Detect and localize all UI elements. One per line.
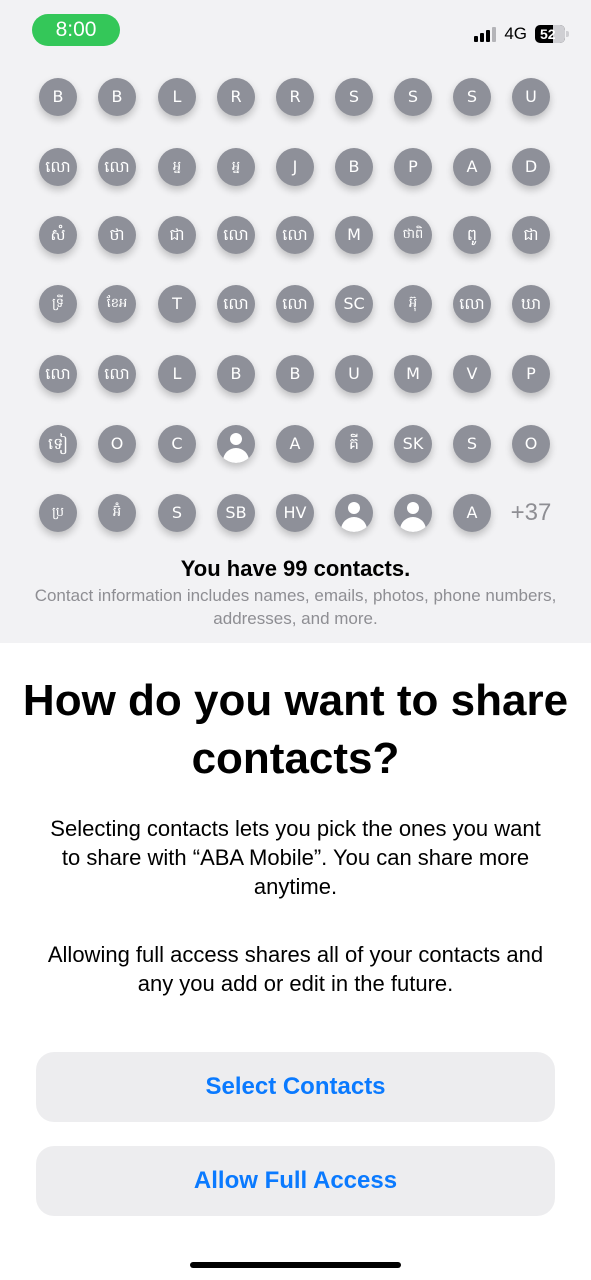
- more-contacts-count: +37: [510, 499, 552, 526]
- contact-avatar: T: [158, 285, 196, 323]
- contact-avatar: U: [335, 355, 373, 393]
- contact-avatar: C: [158, 425, 196, 463]
- person-icon: [394, 494, 432, 532]
- contact-avatar: លោ: [39, 148, 77, 186]
- contact-avatar: B: [39, 78, 77, 116]
- contact-avatar: P: [394, 148, 432, 186]
- battery-level: 52: [540, 26, 556, 42]
- contacts-count-title: You have 99 contacts.: [180, 556, 411, 581]
- contact-avatar: ខែអ: [98, 285, 136, 323]
- contact-avatar: ទ្រី: [39, 285, 77, 323]
- contact-avatar: ប្រ: [39, 494, 77, 532]
- contact-avatar: អ្ន: [158, 148, 196, 186]
- contact-avatar: ថាពិ: [394, 216, 432, 254]
- contact-avatar: L: [158, 355, 196, 393]
- contact-avatar: ជា: [512, 216, 550, 254]
- home-indicator[interactable]: [190, 1262, 401, 1268]
- select-contacts-button[interactable]: Select Contacts: [36, 1052, 555, 1122]
- contact-avatar: B: [98, 78, 136, 116]
- contact-avatar: A: [453, 148, 491, 186]
- contact-avatar: R: [217, 78, 255, 116]
- contacts-info-subtitle: Contact information includes names, emai…: [34, 586, 557, 628]
- contact-avatar: M: [394, 355, 432, 393]
- contact-avatar: J: [276, 148, 314, 186]
- contact-avatar: អ៊ុ: [394, 285, 432, 323]
- contact-avatar: HV: [276, 494, 314, 532]
- contact-avatar: SB: [217, 494, 255, 532]
- contact-avatar: B: [276, 355, 314, 393]
- contact-avatar: V: [453, 355, 491, 393]
- contact-avatar: ថា: [98, 216, 136, 254]
- contact-avatar: P: [512, 355, 550, 393]
- contact-avatar: លោ: [217, 216, 255, 254]
- contact-avatar: S: [453, 78, 491, 116]
- contact-avatar: លោ: [98, 148, 136, 186]
- contact-avatar: B: [217, 355, 255, 393]
- contact-avatar: លោ: [453, 285, 491, 323]
- contact-avatar: L: [158, 78, 196, 116]
- contact-avatar: S: [158, 494, 196, 532]
- contact-avatar: S: [335, 78, 373, 116]
- status-time: 8:00: [32, 14, 120, 46]
- contacts-preview-panel: 8:00 4G 52 B B L R R S S S U លោ លោ អ្ន អ្ន J B P A D សំ ថាជ…: [0, 0, 591, 643]
- battery-icon: 52: [535, 25, 569, 43]
- contact-avatar: ពូ: [453, 216, 491, 254]
- contact-avatar: S: [394, 78, 432, 116]
- network-type: 4G: [504, 24, 527, 43]
- contact-avatar: សំ: [39, 216, 77, 254]
- allow-full-access-button[interactable]: Allow Full Access: [36, 1146, 555, 1216]
- contact-avatar: D: [512, 148, 550, 186]
- contact-avatar: M: [335, 216, 373, 254]
- contact-avatar: ទៀ: [39, 425, 77, 463]
- contact-avatar: O: [512, 425, 550, 463]
- contact-avatar: R: [276, 78, 314, 116]
- full-access-description: Allowing full access shares all of your …: [47, 942, 544, 996]
- contact-avatar: ឃា: [512, 285, 550, 323]
- contact-avatar: A: [276, 425, 314, 463]
- contact-avatar: លោ: [39, 355, 77, 393]
- contact-avatar: លោ: [98, 355, 136, 393]
- contact-avatar: គី: [335, 425, 373, 463]
- contact-avatar: SK: [394, 425, 432, 463]
- contact-avatar: អ្ន: [217, 148, 255, 186]
- person-icon: [217, 425, 255, 463]
- contact-avatar: លោ: [217, 285, 255, 323]
- status-indicators: 4G 52: [474, 22, 569, 46]
- select-contacts-description: Selecting contacts lets you pick the one…: [50, 816, 541, 899]
- contact-avatar: លោ: [276, 285, 314, 323]
- contact-avatar: O: [98, 425, 136, 463]
- contact-avatar: អ៊ំ: [98, 494, 136, 532]
- cellular-signal-icon: [474, 26, 497, 42]
- contact-avatar: A: [453, 494, 491, 532]
- person-icon: [335, 494, 373, 532]
- contact-avatar: S: [453, 425, 491, 463]
- contact-avatar: លោ: [276, 216, 314, 254]
- page-title: How do you want to share contacts?: [22, 676, 569, 783]
- contact-avatar: B: [335, 148, 373, 186]
- contact-avatar: U: [512, 78, 550, 116]
- contact-avatar: ជា: [158, 216, 196, 254]
- contact-avatar: SC: [335, 285, 373, 323]
